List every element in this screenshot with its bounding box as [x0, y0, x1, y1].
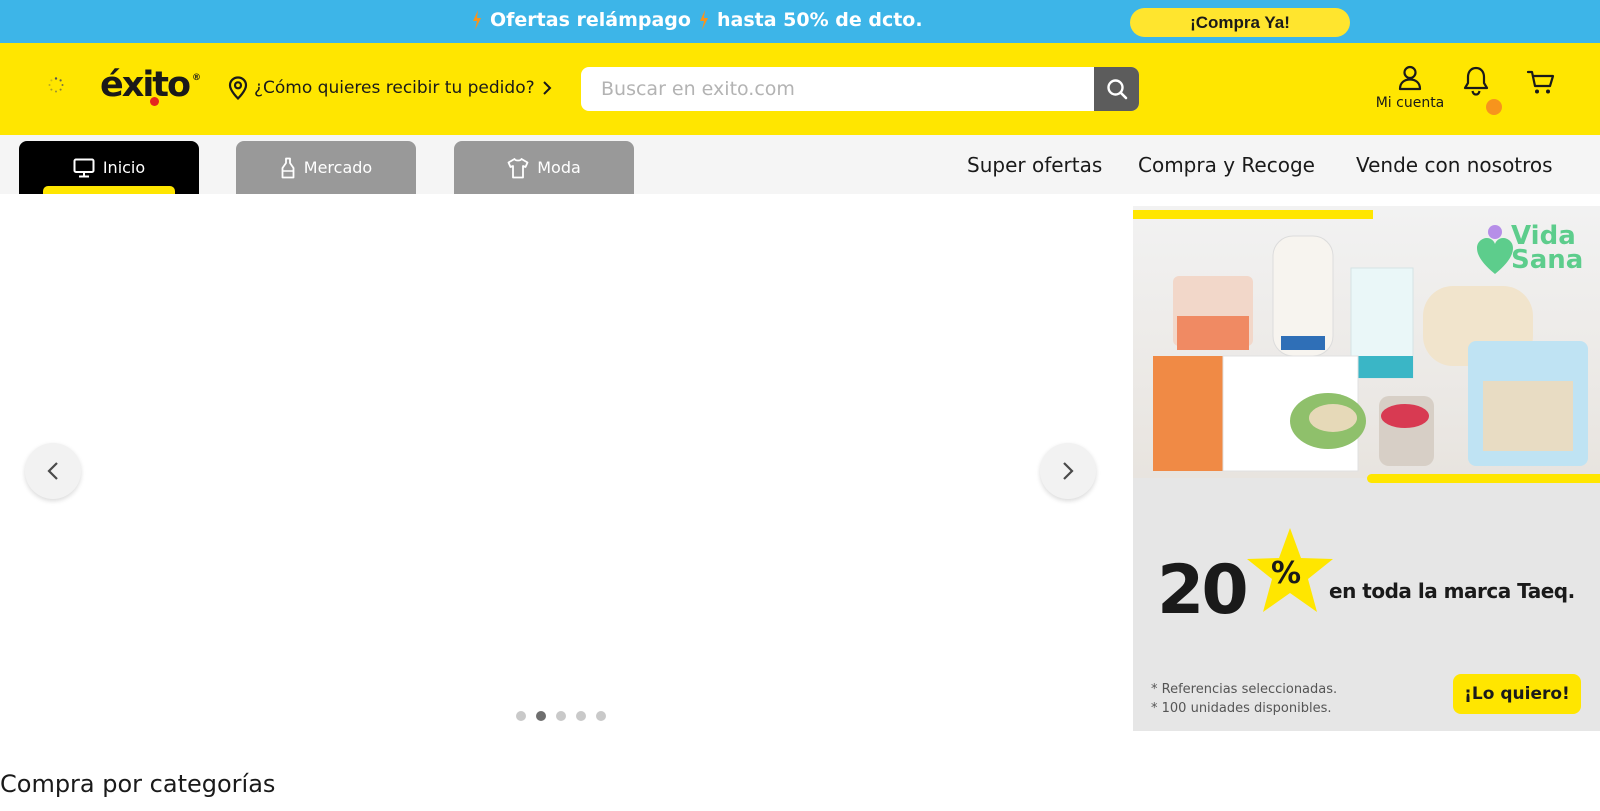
- promo-bar: Ofertas relámpago hasta 50% de dcto. ¡Co…: [0, 0, 1600, 43]
- notification-badge: [1486, 99, 1502, 115]
- brand-line-2: Sana: [1511, 245, 1584, 275]
- active-tab-indicator: [43, 186, 175, 194]
- bottle-icon: [281, 157, 295, 178]
- search-icon: [1106, 79, 1127, 100]
- carousel-next-button[interactable]: [1040, 443, 1096, 499]
- chevron-right-icon: [1063, 462, 1074, 480]
- carousel-dot[interactable]: [516, 711, 526, 721]
- header: éxito ® ¿Cómo quieres recibir tu pedido?…: [0, 43, 1600, 135]
- account-label: Mi cuenta: [1375, 95, 1445, 111]
- cart-icon[interactable]: [1526, 67, 1556, 97]
- banner-notes: * Referencias seleccionadas. * 100 unida…: [1151, 680, 1337, 718]
- promo-discount-label: hasta 50% de dcto.: [716, 9, 923, 31]
- carousel-prev-button[interactable]: [25, 443, 81, 499]
- navlink-vende-con-nosotros[interactable]: Vende con nosotros: [1356, 153, 1553, 177]
- category-nav: Inicio Mercado Moda Super ofertas Compra…: [0, 135, 1600, 194]
- tab-label: Mercado: [303, 158, 373, 177]
- carousel-dot[interactable]: [576, 711, 586, 721]
- carousel-dots: [516, 711, 606, 721]
- carousel-dot-active[interactable]: [536, 711, 546, 721]
- logo-red-dot: [150, 97, 159, 106]
- discount-number: 20: [1157, 551, 1249, 630]
- compra-ya-button[interactable]: ¡Compra Ya!: [1130, 8, 1350, 37]
- carousel-dot[interactable]: [556, 711, 566, 721]
- lightning-icon: [699, 10, 708, 30]
- logo-text: éxito: [100, 65, 191, 105]
- taeq-promo-banner[interactable]: Vida Sana 20 % en toda la marca Taeq. * …: [1133, 206, 1600, 731]
- hero-carousel: [0, 205, 1110, 735]
- exito-logo[interactable]: éxito ®: [100, 65, 201, 106]
- tab-mercado[interactable]: Mercado: [236, 141, 416, 194]
- navlink-compra-y-recoge[interactable]: Compra y Recoge: [1138, 153, 1315, 177]
- search-bar: [581, 67, 1139, 111]
- decorative-stripe: [1367, 474, 1600, 483]
- discount-description: en toda la marca Taeq.: [1329, 579, 1575, 603]
- monitor-icon: [73, 158, 95, 177]
- tab-label: Moda: [537, 158, 581, 177]
- decorative-stripe: [1133, 210, 1373, 219]
- loading-spinner-icon: [48, 77, 64, 93]
- delivery-selector[interactable]: ¿Cómo quieres recibir tu pedido?: [228, 76, 553, 100]
- vida-sana-wordmark: Vida Sana: [1511, 223, 1584, 275]
- search-input[interactable]: [581, 67, 1094, 111]
- search-button[interactable]: [1094, 67, 1139, 111]
- discount-percent-sign: %: [1271, 556, 1302, 591]
- promo-text: Ofertas relámpago hasta 50% de dcto.: [472, 9, 923, 31]
- tab-label: Inicio: [102, 158, 146, 177]
- logo-registered-mark: ®: [192, 73, 201, 83]
- note-line: * Referencias seleccionadas.: [1151, 682, 1338, 697]
- account-button[interactable]: Mi cuenta: [1372, 65, 1448, 111]
- lo-quiero-button[interactable]: ¡Lo quiero!: [1453, 674, 1581, 714]
- categories-section-title: Compra por categorías: [0, 770, 276, 798]
- notification-bell-icon[interactable]: [1462, 65, 1490, 97]
- navlink-super-ofertas[interactable]: Super ofertas: [967, 153, 1102, 177]
- chevron-left-icon: [47, 462, 58, 480]
- note-line: * 100 unidades disponibles.: [1151, 701, 1332, 716]
- location-pin-icon: [228, 76, 248, 100]
- shirt-icon: [507, 157, 529, 178]
- delivery-prompt: ¿Cómo quieres recibir tu pedido?: [254, 78, 535, 98]
- lightning-icon: [473, 10, 481, 30]
- promo-flash-label: Ofertas relámpago: [490, 9, 691, 31]
- carousel-dot[interactable]: [596, 711, 606, 721]
- tab-inicio[interactable]: Inicio: [19, 141, 199, 194]
- tab-moda[interactable]: Moda: [454, 141, 634, 194]
- chevron-right-icon: [542, 81, 552, 95]
- user-icon: [1398, 65, 1422, 91]
